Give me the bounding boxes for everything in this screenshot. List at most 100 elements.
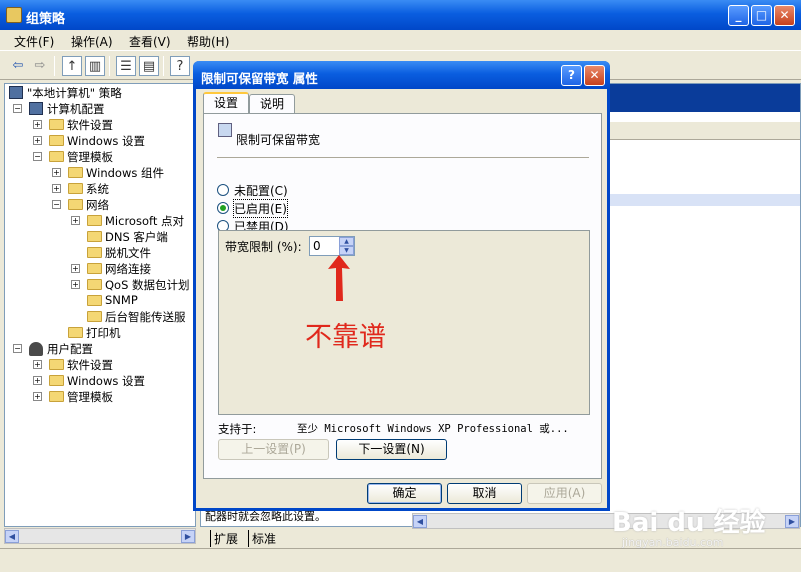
forward-arrow-icon[interactable]: ⇨ (30, 56, 50, 76)
collapse-icon[interactable]: − (33, 152, 42, 161)
settings-panel: 限制可保留带宽 未配置(C) 已启用(E) 已禁用(D) 带宽限制 (%): 0… (203, 113, 602, 479)
tree-label: 网络连接 (105, 262, 151, 276)
expand-icon[interactable]: + (71, 264, 80, 273)
maximize-button[interactable]: □ (751, 5, 772, 26)
tree-label: 用户配置 (47, 342, 93, 356)
spin-down-icon[interactable]: ▼ (339, 246, 354, 255)
back-arrow-icon[interactable]: ⇦ (8, 56, 28, 76)
group-policy-icon (6, 7, 22, 23)
collapse-icon[interactable]: − (13, 104, 22, 113)
user-icon (29, 342, 43, 356)
up-folder-icon[interactable]: ↑ (62, 56, 82, 76)
dialog-close-button[interactable]: ✕ (584, 65, 605, 86)
properties-icon[interactable]: ☰ (116, 56, 136, 76)
menu-view[interactable]: 查看(V) (129, 33, 171, 50)
apply-button[interactable]: 应用(A) (527, 483, 602, 504)
expand-icon[interactable]: + (33, 360, 42, 369)
menu-help[interactable]: 帮助(H) (187, 33, 229, 50)
baidu-watermark: Bai du 经验 (612, 508, 766, 538)
folder-icon (49, 391, 64, 402)
folder-icon (87, 263, 102, 274)
help-button[interactable]: ? (561, 65, 582, 86)
policy-tree: "本地计算机" 策略 − 计算机配置 + 软件设置 + Windows 设置 −… (4, 83, 196, 527)
tree-label: 计算机配置 (47, 102, 105, 116)
tree-label: SNMP (105, 293, 138, 307)
export-list-icon[interactable]: ▤ (139, 56, 159, 76)
properties-dialog: 限制可保留带宽 属性 ? ✕ 设置 说明 限制可保留带宽 未配置(C) 已启用(… (193, 61, 610, 511)
tree-horizontal-scrollbar[interactable]: ◀ ▶ (4, 528, 196, 544)
radio-enabled[interactable] (217, 202, 229, 214)
expand-icon[interactable]: + (33, 376, 42, 385)
label-enabled: 已启用(E) (233, 199, 288, 218)
computer-icon (29, 102, 43, 115)
tab-explain[interactable]: 说明 (249, 94, 295, 115)
ok-button[interactable]: 确定 (367, 483, 442, 504)
close-button[interactable]: ✕ (774, 5, 795, 26)
tree-label: QoS 数据包计划 (105, 278, 190, 292)
dialog-title: 限制可保留带宽 属性 (201, 71, 318, 86)
tree-label: 系统 (86, 182, 109, 196)
expand-icon[interactable]: + (52, 184, 61, 193)
scroll-right-icon[interactable]: ▶ (181, 530, 195, 543)
folder-icon (68, 167, 83, 178)
policy-name: 限制可保留带宽 (236, 133, 321, 147)
folder-icon (87, 215, 102, 226)
expand-icon[interactable]: + (71, 216, 80, 225)
folder-icon (49, 119, 64, 130)
next-setting-button[interactable]: 下一设置(N) (336, 439, 447, 460)
tree-label: 网络 (86, 198, 109, 212)
spin-up-icon[interactable]: ▲ (339, 237, 354, 246)
folder-icon (87, 311, 102, 322)
minimize-button[interactable]: _ (728, 5, 749, 26)
expand-icon[interactable]: + (33, 120, 42, 129)
title-bar[interactable]: 组策略 _ □ ✕ (0, 0, 801, 30)
expand-icon[interactable]: + (33, 392, 42, 401)
bandwidth-label: 带宽限制 (%): (225, 240, 302, 254)
status-bar (0, 548, 801, 572)
scroll-left-icon[interactable]: ◀ (5, 530, 19, 543)
folder-icon (49, 375, 64, 386)
folder-icon (87, 231, 102, 242)
tree-label: 软件设置 (67, 358, 113, 372)
menu-bar: 文件(F) 操作(A) 查看(V) 帮助(H) (0, 30, 801, 51)
previous-setting-button[interactable]: 上一设置(P) (218, 439, 329, 460)
scroll-left-icon[interactable]: ◀ (413, 515, 427, 528)
tree-label: 打印机 (86, 326, 121, 340)
tree-label: 脱机文件 (105, 246, 151, 260)
options-box: 带宽限制 (%): 0 ▲ ▼ 不靠谱 (218, 230, 590, 415)
tab-extended[interactable]: 扩展 (210, 530, 238, 547)
collapse-icon[interactable]: − (13, 344, 22, 353)
folder-open-icon (87, 279, 102, 290)
help-icon[interactable]: ? (170, 56, 190, 76)
expand-icon[interactable]: + (52, 168, 61, 177)
expand-icon[interactable]: + (33, 136, 42, 145)
collapse-icon[interactable]: − (52, 200, 61, 209)
window-title: 组策略 (26, 12, 66, 27)
tab-settings[interactable]: 设置 (203, 92, 249, 115)
folder-icon (49, 135, 64, 146)
menu-file[interactable]: 文件(F) (14, 33, 54, 50)
radio-not-configured[interactable] (217, 184, 229, 196)
menu-action[interactable]: 操作(A) (71, 33, 113, 50)
cancel-button[interactable]: 取消 (447, 483, 522, 504)
tab-standard[interactable]: 标准 (248, 530, 276, 547)
red-arrow-annotation (328, 255, 350, 301)
tree-label: Windows 组件 (86, 166, 164, 180)
tree-label: 软件设置 (67, 118, 113, 132)
show-hide-tree-icon[interactable]: ▥ (85, 56, 105, 76)
dialog-title-bar[interactable]: 限制可保留带宽 属性 ? ✕ (193, 61, 610, 89)
tree-label: Microsoft 点对 (105, 214, 184, 228)
expand-icon[interactable]: + (71, 280, 80, 289)
bandwidth-spinner[interactable]: 0 ▲ ▼ (309, 236, 355, 256)
tree-label: DNS 客户端 (105, 230, 168, 244)
bandwidth-value[interactable]: 0 (313, 239, 321, 253)
watermark-url: jingyan.baidu.com (622, 536, 724, 549)
folder-icon (87, 247, 102, 258)
folder-icon (49, 151, 64, 162)
tree-label: 管理模板 (67, 150, 113, 164)
annotation-text: 不靠谱 (305, 322, 386, 353)
scroll-right-icon[interactable]: ▶ (785, 515, 799, 528)
policy-setting-icon (218, 123, 232, 137)
tree-label: Windows 设置 (67, 134, 145, 148)
folder-icon (68, 199, 83, 210)
